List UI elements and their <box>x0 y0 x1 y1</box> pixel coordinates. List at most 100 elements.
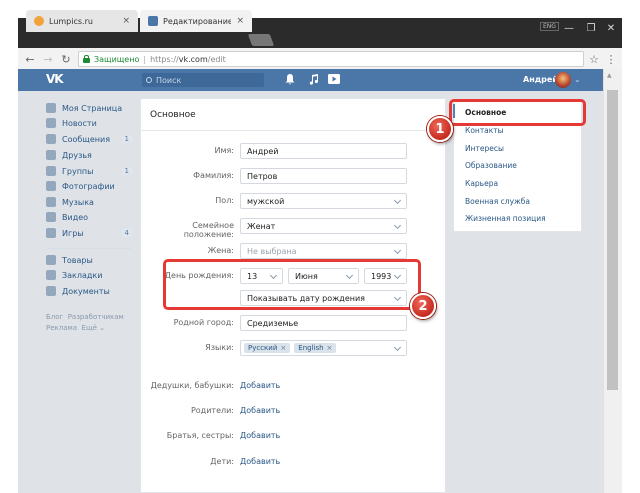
sidebar-item-goods[interactable]: Товары <box>46 253 132 267</box>
sidebar-item-my-page[interactable]: Моя Страница <box>46 101 132 115</box>
news-icon <box>46 118 56 128</box>
wife-select[interactable]: Не выбрана <box>240 243 407 259</box>
sidebar-divider <box>46 248 132 249</box>
add-grandparents-link[interactable]: Добавить <box>240 381 280 390</box>
tab-education[interactable]: Образование <box>465 161 517 170</box>
sidebar-item-documents[interactable]: Документы <box>46 284 132 298</box>
home-icon <box>46 103 56 113</box>
gamepad-icon <box>46 228 56 238</box>
tab-title: Lumpics.ru <box>49 16 93 26</box>
add-siblings-link[interactable]: Добавить <box>240 431 280 440</box>
scrollbar-thumb[interactable] <box>607 90 618 390</box>
tab-military[interactable]: Военная служба <box>465 197 530 206</box>
sidebar-item-label: Друзья <box>62 150 92 160</box>
sidebar-item-friends[interactable]: Друзья <box>46 148 132 162</box>
sidebar-item-label: Документы <box>62 286 110 296</box>
new-tab-button[interactable] <box>247 34 275 46</box>
video-icon[interactable] <box>328 74 340 87</box>
ads-link[interactable]: Реклама <box>46 324 77 332</box>
sidebar-item-label: Игры <box>62 228 84 238</box>
surname-field[interactable]: Петров <box>240 168 407 184</box>
children-label: Дети: <box>210 457 234 466</box>
sidebar-item-messages[interactable]: Сообщения 1 <box>46 132 132 146</box>
bookmark-star-icon[interactable]: ☆ <box>586 51 602 67</box>
minimize-button[interactable]: — <box>558 18 580 38</box>
sidebar-item-label: Музыка <box>62 197 94 207</box>
siblings-label: Братья, сестры: <box>166 431 234 440</box>
vk-logo[interactable]: VK <box>46 72 64 86</box>
avatar[interactable] <box>555 72 571 88</box>
hometown-value: Средиземье <box>247 318 299 328</box>
tab-title: Редактирование моей с <box>163 16 232 26</box>
vk-favicon-icon <box>148 16 158 26</box>
sidebar-item-video[interactable]: Видео <box>46 210 132 224</box>
games-count-badge: 4 <box>121 229 132 237</box>
reload-button[interactable]: ↻ <box>58 51 74 67</box>
remove-language-icon[interactable]: × <box>280 344 286 352</box>
search-icon <box>146 77 152 83</box>
lock-icon <box>83 55 90 63</box>
sidebar-item-groups[interactable]: Группы 1 <box>46 164 132 178</box>
family-status-label: Семейное положение: <box>183 221 234 239</box>
chevron-down-icon[interactable]: ⌄ <box>574 75 581 84</box>
callout-badge-2: 2 <box>410 293 436 319</box>
tab-interests[interactable]: Интересы <box>465 144 504 153</box>
sidebar-item-news[interactable]: Новости <box>46 116 132 130</box>
family-status-value: Женат <box>247 221 276 231</box>
developers-link[interactable]: Разработчикам <box>68 313 124 321</box>
family-status-select[interactable]: Женат <box>240 218 407 234</box>
add-parents-link[interactable]: Добавить <box>240 406 280 415</box>
blog-link[interactable]: Блог <box>46 313 63 321</box>
card-divider <box>140 130 446 131</box>
sidebar-item-music[interactable]: Музыка <box>46 195 132 209</box>
music-icon[interactable] <box>309 74 319 88</box>
bag-icon <box>46 255 56 265</box>
close-window-button[interactable]: ✕ <box>600 18 622 38</box>
tab-contacts[interactable]: Контакты <box>465 126 504 135</box>
wife-value: Не выбрана <box>247 246 297 256</box>
maximize-button[interactable]: ❐ <box>580 18 602 38</box>
sidebar-item-label: Закладки <box>62 270 103 280</box>
more-link[interactable]: Ещё ⌄ <box>82 324 105 332</box>
sidebar-item-bookmarks[interactable]: Закладки <box>46 268 132 282</box>
search-input[interactable]: Поиск <box>142 73 264 87</box>
address-bar[interactable]: Защищено | https://vk.com/edit <box>78 51 584 67</box>
sidebar-item-label: Фотографии <box>62 181 115 191</box>
forward-button[interactable]: → <box>40 51 56 67</box>
tab-career[interactable]: Карьера <box>465 179 498 188</box>
remove-language-icon[interactable]: × <box>327 344 333 352</box>
tab-lumpics[interactable]: Lumpics.ru × <box>26 10 138 32</box>
tab-close-icon[interactable]: × <box>236 16 244 26</box>
languages-field[interactable]: Русский × English × <box>240 340 407 356</box>
browser-menu-icon[interactable]: ⋮ <box>603 51 619 67</box>
sidebar-item-photos[interactable]: Фотографии <box>46 179 132 193</box>
hometown-field[interactable]: Средиземье <box>240 315 407 331</box>
sidebar-item-label: Моя Страница <box>62 103 123 113</box>
tab-life-position[interactable]: Жизненная позиция <box>465 214 546 223</box>
add-children-link[interactable]: Добавить <box>240 457 280 466</box>
language-chip: English × <box>294 343 337 353</box>
highlight-basic-tab <box>449 99 586 126</box>
surname-label: Фамилия: <box>193 171 234 180</box>
sidebar-item-games[interactable]: Игры 4 <box>46 226 132 240</box>
scroll-up-icon[interactable]: ▲ <box>607 72 612 79</box>
tab-vk-edit[interactable]: Редактирование моей с × <box>140 10 252 32</box>
bell-icon[interactable] <box>285 74 295 88</box>
footer-links: Блог Разработчикам Реклама Ещё ⌄ <box>46 312 142 334</box>
tab-close-icon[interactable]: × <box>122 16 130 26</box>
video-film-icon <box>46 212 56 222</box>
sidebar-item-label: Группы <box>62 166 94 176</box>
music-note-icon <box>46 197 56 207</box>
back-button[interactable]: ← <box>22 51 38 67</box>
language-chip: Русский × <box>244 343 291 353</box>
sex-label: Пол: <box>215 196 234 205</box>
sex-value: мужской <box>247 196 285 206</box>
camera-icon <box>46 181 56 191</box>
name-field[interactable]: Андрей <box>240 143 407 159</box>
sidebar-item-label: Товары <box>62 255 93 265</box>
header-user-name[interactable]: Андрей <box>523 75 558 84</box>
hometown-label: Родной город: <box>173 318 234 327</box>
groups-icon <box>46 166 56 176</box>
url-text: https://vk.com/edit <box>150 54 226 64</box>
sex-select[interactable]: мужской <box>240 193 407 209</box>
